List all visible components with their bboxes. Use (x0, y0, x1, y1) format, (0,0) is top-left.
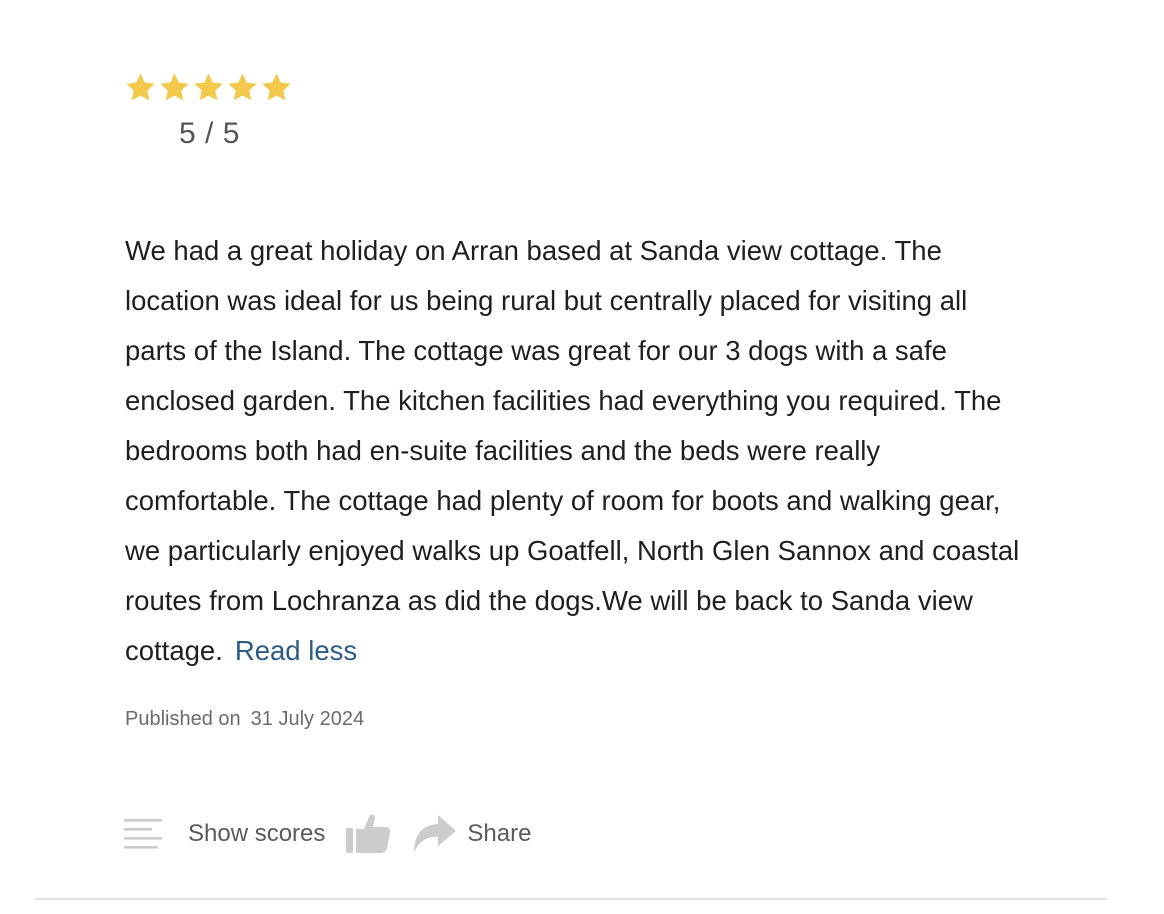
thumbs-up-icon (345, 813, 391, 855)
read-less-link[interactable]: Read less (235, 635, 357, 666)
published-info: Published on 31 July 2024 (125, 708, 364, 731)
share-button[interactable]: Share (411, 813, 531, 855)
show-scores-label: Show scores (188, 820, 326, 847)
like-button[interactable] (345, 813, 391, 855)
star-icon (124, 71, 157, 104)
show-scores-button[interactable]: Show scores (124, 817, 325, 851)
review-actions: Show scores Share (124, 812, 531, 856)
star-icon (260, 71, 293, 104)
rating-score: 5 / 5 (179, 117, 240, 150)
review-text: We had a great holiday on Arran based at… (125, 235, 1020, 666)
lines-icon (124, 817, 162, 851)
review-body: We had a great holiday on Arran based at… (125, 226, 1025, 676)
star-rating (124, 71, 293, 104)
share-label: Share (467, 820, 532, 847)
star-icon (192, 71, 225, 104)
divider (35, 898, 1107, 900)
star-icon (158, 71, 191, 104)
share-arrow-icon (411, 813, 457, 855)
review-card: 5 / 5 We had a great holiday on Arran ba… (0, 0, 1164, 914)
published-label: Published on (125, 708, 241, 730)
star-icon (226, 71, 259, 104)
published-date: 31 July 2024 (250, 708, 365, 730)
